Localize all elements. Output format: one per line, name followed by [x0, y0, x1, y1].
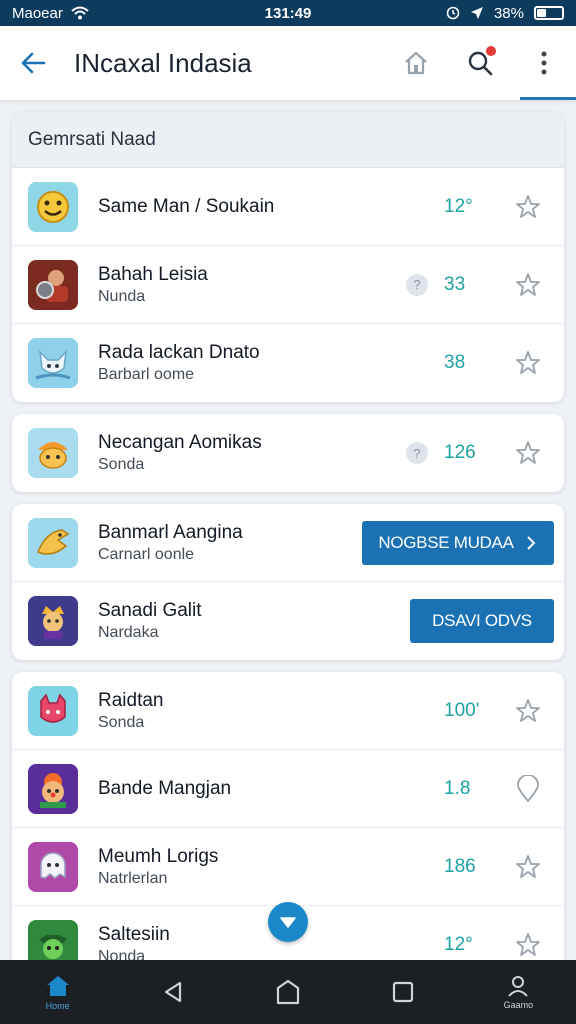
nav-recents[interactable]: [346, 960, 461, 1024]
list-card: Banmarl Aangina Carnarl oonle NOGBSE MUD…: [12, 504, 564, 660]
list-item[interactable]: Same Man / Soukain 12°: [12, 168, 564, 246]
item-count: 126: [444, 442, 476, 463]
nav-profile-label: Gaamo: [503, 999, 534, 1010]
favorite-star-icon[interactable]: [514, 697, 542, 725]
back-button[interactable]: [0, 26, 66, 100]
active-tab-indicator: [520, 97, 576, 100]
back-triangle-icon: [164, 981, 181, 1003]
item-count: 33: [444, 273, 466, 295]
home-button[interactable]: [384, 26, 448, 100]
item-count: 38: [444, 352, 466, 373]
item-count: 186: [444, 855, 476, 877]
battery-icon: [534, 6, 564, 20]
list-item[interactable]: Sanadi Galit Nardaka DSAVI ODVS: [12, 582, 564, 660]
battery-percent: 38%: [493, 4, 524, 22]
smiley-app-icon: [28, 181, 78, 232]
list-item[interactable]: Meumh Lorigs Natrlerlan 186: [12, 828, 564, 906]
status-bar: Maoear 131:49 38%: [0, 0, 576, 26]
list-item[interactable]: Rada lackan Dnato Barbarl oome 38: [12, 324, 564, 402]
list-card: Gemrsati Naad Same Man / Soukain 12° Bah…: [12, 112, 564, 402]
info-icon: ?: [406, 273, 428, 296]
favorite-star-icon[interactable]: [514, 349, 542, 377]
warrior-app-icon: [28, 259, 78, 310]
home-icon: [405, 51, 427, 75]
nav-profile[interactable]: Gaamo: [461, 960, 576, 1024]
info-icon: ?: [406, 442, 428, 464]
list-card: Necangan Aomikas Sonda ? 126: [12, 414, 564, 492]
favorite-star-icon[interactable]: [514, 439, 542, 467]
hat-creature-app-icon: [28, 428, 78, 478]
item-count: 1.8: [444, 777, 471, 799]
favorite-star-icon[interactable]: [514, 193, 542, 221]
carrier-label: Maoear: [12, 4, 63, 22]
recents-square-icon: [393, 981, 414, 1003]
wifi-icon: [71, 6, 89, 20]
nav-home-circle[interactable]: [230, 960, 345, 1024]
search-button[interactable]: [448, 26, 512, 100]
action-button-label: DSAVI ODVS: [432, 611, 532, 630]
profile-icon: [508, 975, 529, 997]
dragon-app-icon: [28, 517, 78, 568]
location-icon: [470, 7, 483, 19]
nav-back[interactable]: [115, 960, 230, 1024]
list-item[interactable]: Banmarl Aangina Carnarl oonle NOGBSE MUD…: [12, 504, 564, 582]
back-arrow-icon: [21, 52, 46, 74]
item-count: 100': [444, 699, 480, 721]
item-count: 12°: [444, 934, 473, 955]
more-options-button[interactable]: [512, 26, 576, 100]
cat-app-icon: [28, 685, 78, 736]
system-nav-bar: Home Gaamo: [0, 960, 576, 1024]
location-pin-icon[interactable]: [514, 774, 542, 803]
action-button[interactable]: DSAVI ODVS: [410, 599, 554, 643]
hero-app-icon: [28, 596, 78, 646]
chevron-right-icon: [526, 535, 536, 550]
list-item[interactable]: Bahah Leisia Nunda ? 33: [12, 246, 564, 324]
page-title: INcaxal Indasia: [74, 47, 252, 78]
favorite-star-icon[interactable]: [514, 271, 542, 299]
action-button-label: NOGBSE MUDAA: [378, 532, 514, 552]
list-item[interactable]: Bande Mangjan 1.8: [12, 750, 564, 828]
item-count: 12°: [444, 195, 473, 217]
home-icon: [46, 975, 69, 996]
favorite-star-icon[interactable]: [514, 931, 542, 959]
list-item[interactable]: Raidtan Sonda 100': [12, 672, 564, 750]
more-vert-icon: [541, 51, 547, 75]
fox-app-icon: [28, 338, 78, 388]
triangle-down-icon: [280, 917, 296, 928]
app-list: Gemrsati Naad Same Man / Soukain 12° Bah…: [12, 112, 564, 984]
ghost-app-icon: [28, 841, 78, 892]
alarm-icon: [446, 6, 460, 20]
nav-home[interactable]: Home: [0, 960, 115, 1024]
section-header: Gemrsati Naad: [12, 112, 564, 168]
scroll-down-button[interactable]: [268, 902, 308, 942]
list-item[interactable]: Necangan Aomikas Sonda ? 126: [12, 414, 564, 492]
nav-home-label: Home: [45, 1000, 70, 1011]
app-bar: INcaxal Indasia: [0, 26, 576, 100]
favorite-star-icon[interactable]: [514, 853, 542, 881]
notification-dot: [486, 46, 496, 56]
action-button[interactable]: NOGBSE MUDAA: [362, 520, 554, 565]
home-pentagon-icon: [276, 979, 300, 1005]
clown-app-icon: [28, 763, 78, 814]
